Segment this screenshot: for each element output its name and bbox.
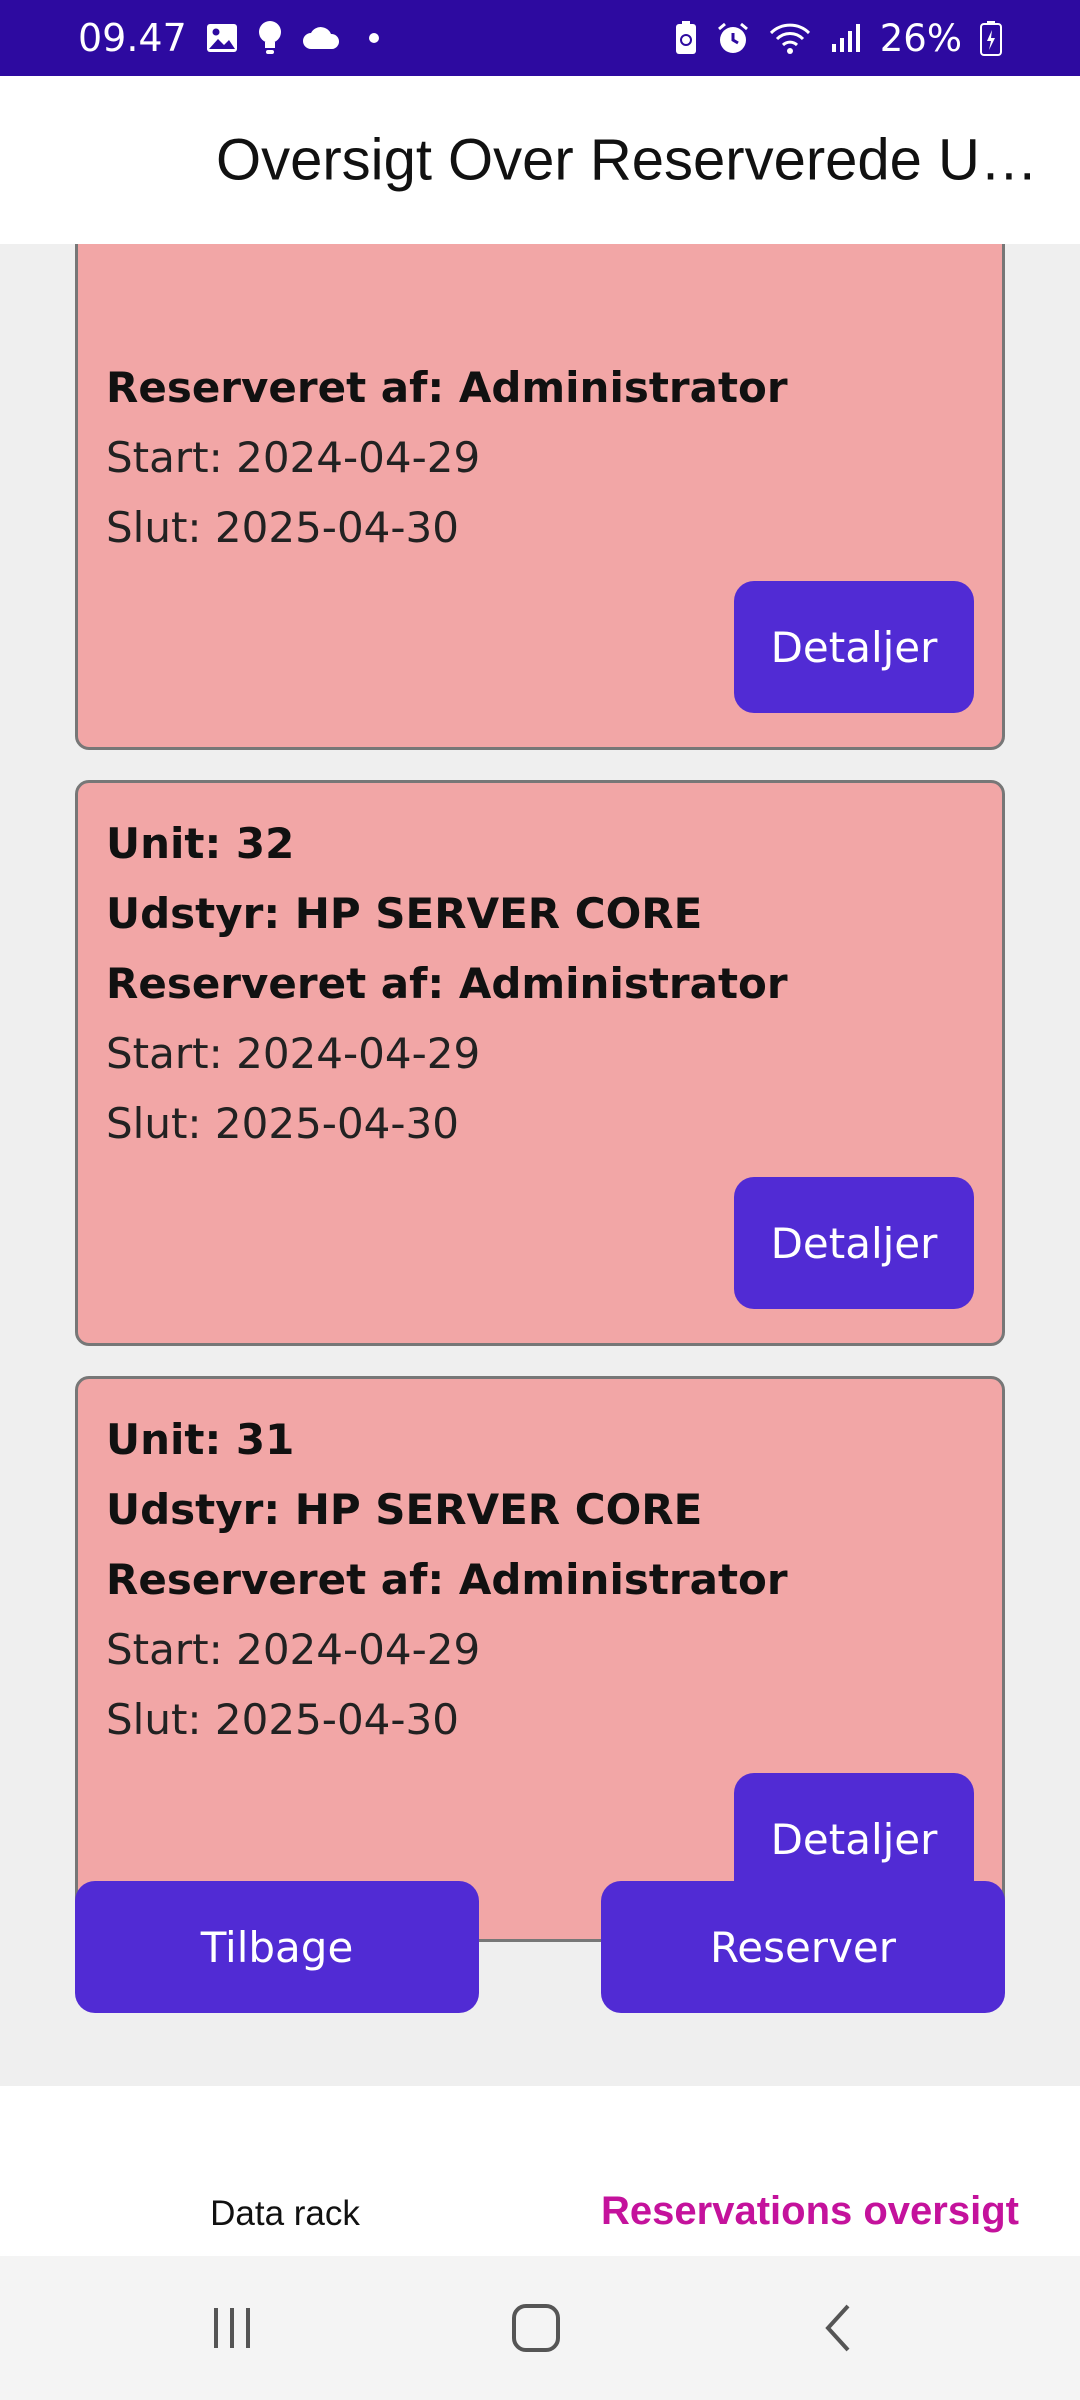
status-time: 09.47 xyxy=(78,16,187,60)
start-date-label: Start: 2024-04-29 xyxy=(106,1029,481,1078)
app-header: Oversigt Over Reserverede Units xyxy=(0,76,1080,244)
tab-reservations-overview[interactable]: Reservations oversigt xyxy=(540,2086,1080,2256)
end-date-label: Slut: 2025-04-30 xyxy=(106,1695,460,1744)
battery-percentage: 26% xyxy=(879,16,962,60)
page-title: Oversigt Over Reserverede Units xyxy=(216,127,1046,193)
action-buttons: Tilbage Reserver xyxy=(75,1881,1005,2013)
reserved-by-label: Reserveret af: Administrator xyxy=(106,959,788,1008)
reserved-by-label: Reserveret af: Administrator xyxy=(106,363,788,412)
reservation-card: Unit: 32 Udstyr: HP SERVER CORE Reserver… xyxy=(75,780,1005,1346)
reservation-list[interactable]: Reserveret af: Administrator Start: 2024… xyxy=(0,244,1080,2086)
back-button[interactable]: Tilbage xyxy=(75,1881,479,2013)
cloud-icon xyxy=(301,25,341,51)
dot-icon xyxy=(368,33,379,43)
start-date-label: Start: 2024-04-29 xyxy=(106,433,481,482)
details-button[interactable]: Detaljer xyxy=(734,581,974,713)
status-bar: 09.47 26% xyxy=(0,0,1080,76)
equipment-label xyxy=(106,283,974,353)
cards-container: Reserveret af: Administrator Start: 2024… xyxy=(75,244,1005,1972)
end-date-label: Slut: 2025-04-30 xyxy=(106,503,460,552)
alarm-icon xyxy=(716,21,750,55)
wifi-icon xyxy=(768,21,812,55)
unit-label xyxy=(106,244,974,283)
start-date-label: Start: 2024-04-29 xyxy=(106,1625,481,1674)
recent-apps-icon[interactable] xyxy=(192,2288,272,2368)
bulb-icon xyxy=(257,20,283,56)
status-left: 09.47 xyxy=(78,16,379,60)
home-icon[interactable] xyxy=(496,2288,576,2368)
details-button[interactable]: Detaljer xyxy=(734,1177,974,1309)
back-icon[interactable] xyxy=(800,2288,880,2368)
tab-bar: Data rack Reservations oversigt xyxy=(0,2086,1080,2256)
end-date-label: Slut: 2025-04-30 xyxy=(106,1099,460,1148)
battery-saver-icon xyxy=(674,20,698,56)
reservation-card: Reserveret af: Administrator Start: 2024… xyxy=(75,244,1005,750)
reserved-by-label: Reserveret af: Administrator xyxy=(106,1555,788,1604)
system-navigation-bar xyxy=(0,2256,1080,2400)
unit-label: Unit: 32 xyxy=(106,819,295,868)
reservation-card: Unit: 31 Udstyr: HP SERVER CORE Reserver… xyxy=(75,1376,1005,1942)
unit-label: Unit: 31 xyxy=(106,1415,295,1464)
reserve-button[interactable]: Reserver xyxy=(601,1881,1005,2013)
status-right: 26% xyxy=(674,17,1002,60)
tab-data-rack[interactable]: Data rack xyxy=(0,2086,540,2256)
equipment-label: Udstyr: HP SERVER CORE xyxy=(106,1485,703,1534)
signal-icon xyxy=(830,22,862,54)
image-icon xyxy=(205,21,239,55)
battery-icon xyxy=(980,20,1002,56)
equipment-label: Udstyr: HP SERVER CORE xyxy=(106,889,703,938)
